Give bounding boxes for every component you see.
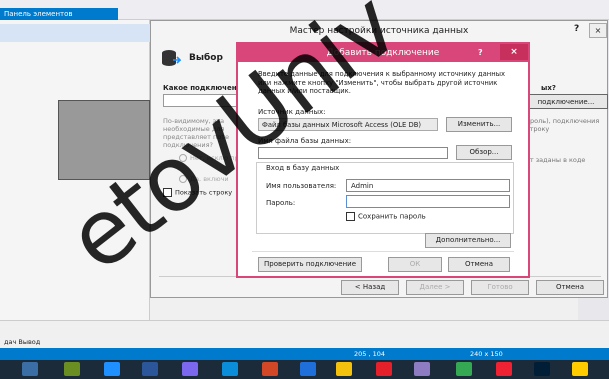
divider xyxy=(252,251,514,252)
radio-icon xyxy=(179,175,187,183)
vs-icon[interactable] xyxy=(182,362,198,376)
wizard-help-button[interactable]: ? xyxy=(574,24,579,34)
connection-question-tail: ых? xyxy=(541,84,556,92)
finish-button[interactable]: Готово xyxy=(471,280,529,295)
password-input[interactable] xyxy=(346,195,510,208)
file-name-input[interactable] xyxy=(258,147,448,159)
checkbox-icon xyxy=(163,188,172,197)
radio-include[interactable]: Да, включи xyxy=(179,175,229,183)
opera-icon[interactable] xyxy=(496,362,512,376)
new-connection-button[interactable]: подключение... xyxy=(524,94,608,109)
save-password-label: Сохранить пароль xyxy=(358,212,426,221)
change-button[interactable]: Изменить... xyxy=(446,117,512,132)
dialog-close-button[interactable]: × xyxy=(500,44,528,60)
yandex-browser-icon[interactable] xyxy=(572,362,588,376)
designer-header xyxy=(0,24,150,42)
word-icon[interactable] xyxy=(142,362,158,376)
wizard-close-button[interactable]: × xyxy=(589,23,607,38)
dialog-cancel-button[interactable]: Отмена xyxy=(448,257,510,272)
wizard-cancel-button[interactable]: Отмена xyxy=(536,280,604,295)
taskbar-app-icon[interactable] xyxy=(300,362,316,376)
login-group-label: Вход в базу данных xyxy=(264,164,342,172)
taskbar-app-icon[interactable] xyxy=(22,362,38,376)
photoshop-icon[interactable] xyxy=(534,362,550,376)
bottom-panel xyxy=(0,320,609,348)
ok-button[interactable]: ОК xyxy=(388,257,442,272)
source-field: Файл базы данных Microsoft Access (OLE D… xyxy=(258,118,438,131)
save-password-checkbox[interactable]: Сохранить пароль xyxy=(346,212,426,221)
chrome-icon[interactable] xyxy=(456,362,472,376)
file-label: Имя файла базы данных: xyxy=(258,137,352,145)
taskbar-app-icon[interactable] xyxy=(64,362,80,376)
right-note-2: ут заданы в коде xyxy=(526,156,586,164)
bottom-tabs[interactable]: дач Вывод xyxy=(4,338,40,346)
database-icon xyxy=(162,50,181,66)
status-size: 240 x 150 xyxy=(470,350,503,358)
show-string-label: Показать строку xyxy=(175,188,233,197)
status-position: 205 , 104 xyxy=(354,350,386,358)
checkbox-icon xyxy=(346,212,355,221)
powerpoint-icon[interactable] xyxy=(262,362,278,376)
taskbar-app-icon[interactable] xyxy=(336,362,352,376)
password-label: Пароль: xyxy=(266,199,296,207)
test-connection-button[interactable]: Проверить подключение xyxy=(258,257,362,272)
toolbox-tab[interactable]: Панель элементов xyxy=(0,8,118,20)
show-string-checkbox[interactable]: Показать строку xyxy=(163,188,232,197)
user-name-input[interactable]: Admin xyxy=(346,179,510,192)
add-connection-dialog: Добавить подключение ? × Введите данные … xyxy=(236,42,530,278)
edge-icon[interactable] xyxy=(222,362,238,376)
form-canvas[interactable] xyxy=(58,100,150,180)
browse-button[interactable]: Обзор... xyxy=(456,145,512,160)
taskbar-app-icon[interactable] xyxy=(104,362,120,376)
user-label: Имя пользователя: xyxy=(266,182,337,190)
status-bar: 205 , 104 240 x 150 xyxy=(0,348,609,360)
radio-icon xyxy=(179,154,187,162)
sensitive-data-note: По-видимому, эта необходимые для предста… xyxy=(163,117,229,149)
source-label: Источник данных: xyxy=(258,108,326,116)
dialog-help-button[interactable]: ? xyxy=(478,44,483,62)
dialog-title: Добавить подключение xyxy=(238,44,528,62)
next-button[interactable]: Далее > xyxy=(406,280,464,295)
wizard-title: Мастер настройки источника данных xyxy=(289,26,469,36)
dialog-description: Введите данные для подключения к выбранн… xyxy=(258,70,506,95)
yandex-icon[interactable] xyxy=(376,362,392,376)
back-button[interactable]: < Назад xyxy=(341,280,399,295)
toolbox-tab-label: Панель элементов xyxy=(4,10,73,18)
wizard-header: Выбор xyxy=(189,53,223,63)
radio-include-label: Да, включи xyxy=(190,175,229,183)
advanced-button[interactable]: Дополнительно... xyxy=(425,233,511,248)
right-note: ароль), подключения строку xyxy=(526,117,600,133)
connection-question: Какое подключен xyxy=(163,84,237,92)
vs-icon[interactable] xyxy=(414,362,430,376)
connection-combo[interactable] xyxy=(163,94,243,107)
